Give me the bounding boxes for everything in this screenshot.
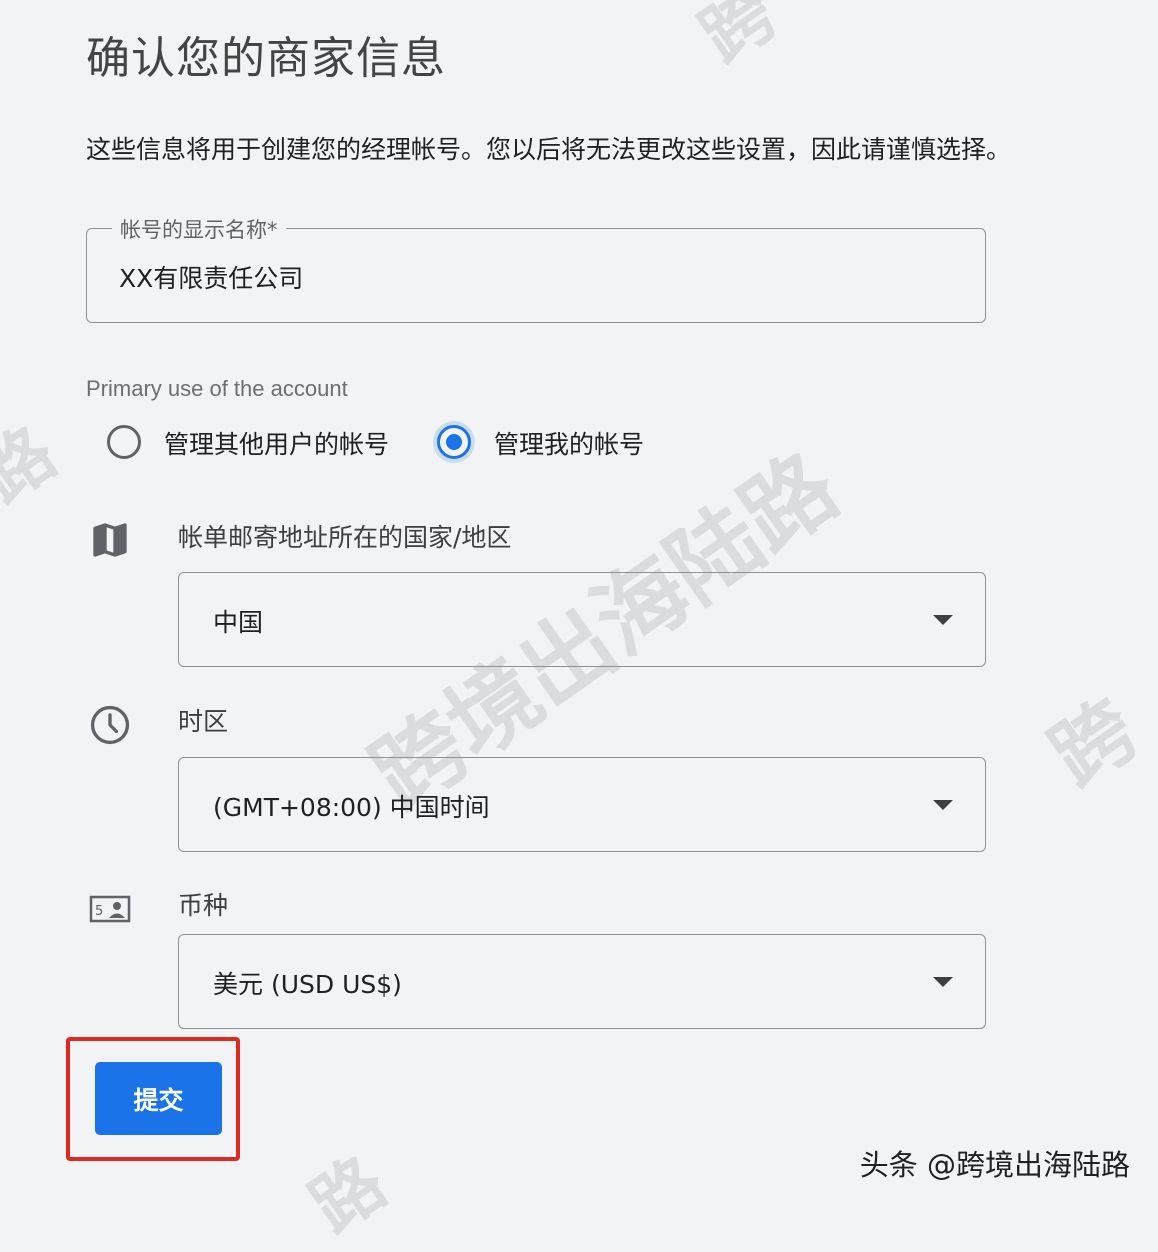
watermark-fragment: 跨 [685, 0, 791, 79]
clock-icon [88, 703, 132, 747]
page-title: 确认您的商家信息 [86, 33, 446, 84]
currency-label: 币种 [178, 891, 229, 920]
country-value: 中国 [213, 608, 264, 637]
map-icon [90, 520, 130, 560]
radio-manage-mine[interactable] [437, 425, 471, 459]
account-name-label: 帐号的显示名称* [112, 214, 286, 244]
page-description: 这些信息将用于创建您的经理帐号。您以后将无法更改这些设置，因此请谨慎选择。 [86, 135, 1012, 164]
timezone-value: (GMT+08:00) 中国时间 [213, 793, 490, 822]
country-label: 帐单邮寄地址所在的国家/地区 [178, 523, 512, 552]
footer-credit: 头条 @跨境出海陆路 [859, 1148, 1130, 1182]
chevron-down-icon [933, 615, 953, 625]
submit-button[interactable]: 提交 [95, 1062, 222, 1135]
timezone-label: 时区 [178, 707, 229, 736]
radio-manage-others[interactable] [107, 425, 141, 459]
svg-text:5: 5 [95, 904, 103, 919]
country-select[interactable]: 中国 [178, 572, 986, 667]
currency-select[interactable]: 美元 (USD US$) [178, 934, 986, 1029]
watermark-fragment: 跨 [1034, 682, 1154, 805]
radio-manage-mine-label[interactable]: 管理我的帐号 [494, 425, 644, 461]
currency-icon: 5 [89, 893, 131, 925]
chevron-down-icon [933, 977, 953, 987]
chevron-down-icon [933, 800, 953, 810]
watermark-fragment: 路 [0, 411, 71, 519]
radio-manage-others-label[interactable]: 管理其他用户的帐号 [164, 425, 389, 461]
watermark-fragment: 路 [295, 1141, 401, 1249]
currency-value: 美元 (USD US$) [213, 970, 402, 999]
timezone-select[interactable]: (GMT+08:00) 中国时间 [178, 757, 986, 852]
primary-use-label: Primary use of the account [86, 376, 348, 401]
account-name-value: XX有限责任公司 [119, 264, 304, 293]
